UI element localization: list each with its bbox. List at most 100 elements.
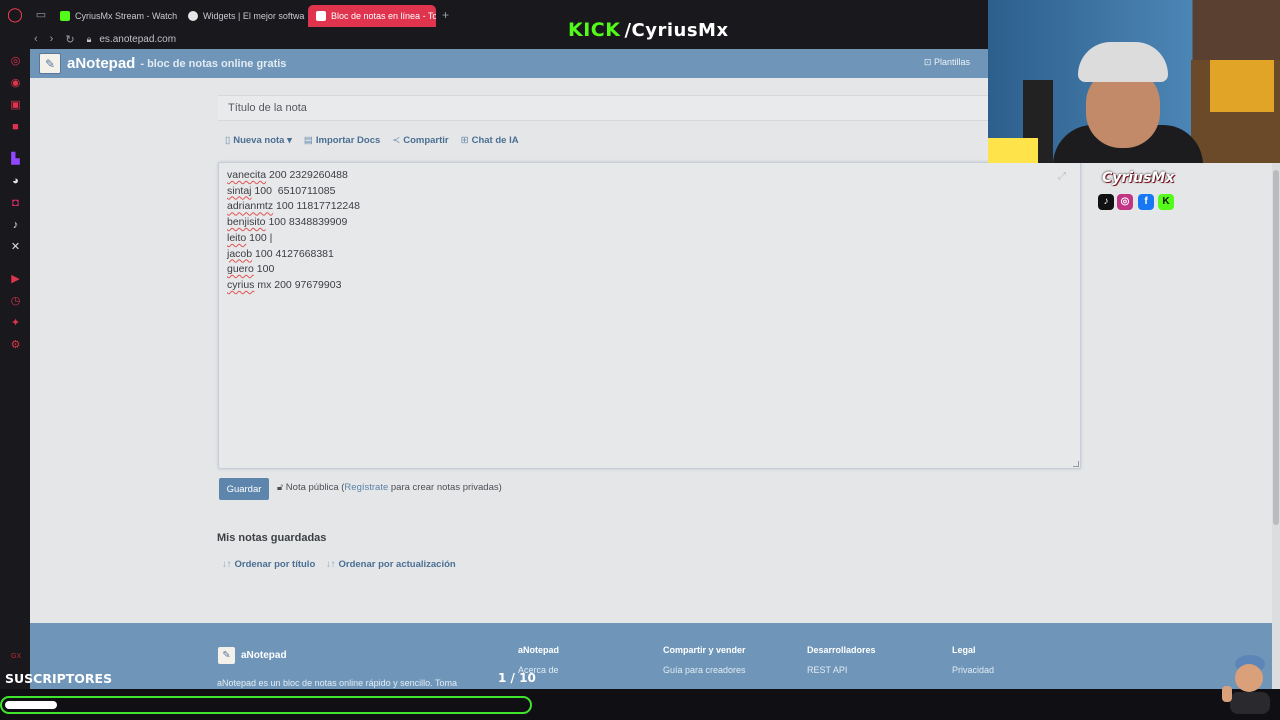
discord-icon[interactable]: ◕	[9, 175, 22, 188]
x-icon[interactable]: ✕	[9, 241, 22, 254]
gmail-icon[interactable]: ■	[9, 121, 22, 134]
resize-handle[interactable]	[1073, 461, 1079, 467]
save-button[interactable]: Guardar	[219, 478, 269, 500]
webcam-box	[1210, 60, 1274, 112]
kick-channel-banner: KICK/CyriusMx	[568, 19, 729, 41]
history-icon[interactable]: ◷	[9, 295, 22, 308]
instagram-icon[interactable]: ◘	[9, 197, 22, 210]
sort-icon: ↓↑	[326, 559, 336, 570]
back-icon[interactable]: ‹	[34, 33, 38, 45]
note-icon: ▯	[225, 135, 231, 146]
subscribers-progress-fill	[5, 701, 57, 709]
note-line: sintaj 100 6510711085	[227, 184, 360, 200]
note-line: guero 100	[227, 262, 360, 278]
note-line-name: jacob	[227, 247, 253, 260]
tab-anotepad[interactable]: Bloc de notas en línea - To	[308, 5, 436, 27]
footer-link[interactable]: Guía para creadores	[663, 665, 746, 675]
note-toolbar: ▯ Nueva nota ▾ ▤ Importar Docs ≺ Compartir …	[225, 135, 519, 146]
subscribers-progress-bar	[0, 696, 532, 714]
opera-logo-icon[interactable]: ◯	[0, 0, 30, 29]
notepad-icon[interactable]: ✎	[39, 53, 61, 74]
tiktok-icon[interactable]: ♪	[9, 219, 22, 232]
note-line-name: leito	[227, 231, 247, 244]
note-line-value: 100 |	[246, 231, 273, 244]
import-docs-label: Importar Docs	[315, 135, 381, 146]
tab-kick[interactable]: CyriusMx Stream - Watch	[52, 5, 180, 27]
new-note-label: Nueva nota	[233, 135, 285, 146]
tab-label: Widgets | El mejor softwa	[203, 11, 305, 21]
subscribers-count: 1 / 10	[498, 671, 536, 685]
note-line: jacob 100 4127668381	[227, 247, 360, 263]
share-label: Compartir	[403, 135, 449, 146]
site-header: ✎ aNotepad - bloc de notas online gratis…	[30, 49, 988, 78]
note-line-value: 200 2329260488	[266, 169, 348, 181]
footer-link[interactable]: Privacidad	[952, 665, 994, 675]
kick-favicon-icon	[60, 11, 70, 21]
register-link[interactable]: Regístrate	[344, 482, 388, 493]
note-line-value: 100 4127668381	[252, 247, 334, 260]
public-note-suffix: para crear notas privadas)	[388, 482, 502, 493]
subscribers-label: SUSCRIPTORES	[5, 671, 113, 686]
messenger-icon[interactable]: ◉	[9, 77, 22, 90]
new-note-button[interactable]: ▯ Nueva nota ▾	[225, 135, 292, 146]
share-button[interactable]: ≺ Compartir	[392, 135, 448, 146]
tab-label: Bloc de notas en línea - To	[331, 11, 436, 21]
cartoon-avatar-icon	[1222, 655, 1270, 714]
sort-title-label: Ordenar por título	[234, 559, 316, 570]
sort-by-title-link[interactable]: ↓↑ Ordenar por título	[222, 559, 315, 570]
footer-link[interactable]: REST API	[807, 665, 876, 675]
footer-heading: aNotepad	[518, 645, 560, 655]
footer-site-name[interactable]: aNotepad	[241, 650, 287, 661]
chat-icon[interactable]: ▣	[9, 99, 22, 112]
brand-name: CyriusMx	[1102, 170, 1175, 186]
brand-badge: CyriusMx ♪ ◎ f K	[1098, 170, 1180, 215]
footer-column-legal: Legal Privacidad	[952, 645, 994, 675]
kick-icon: K	[1158, 194, 1174, 210]
site-name[interactable]: aNotepad	[67, 55, 135, 72]
note-line-name: vanecita	[227, 169, 267, 181]
note-line: benjisito 100 8348839909	[227, 215, 360, 231]
kick-channel-name: /CyriusMx	[624, 20, 729, 41]
note-line-value: mx 200 97679903	[254, 278, 342, 291]
templates-icon: ⊡	[923, 57, 934, 67]
url-text[interactable]: es.anotepad.com	[99, 34, 176, 45]
tab-bar: ◯ ▭ CyriusMx Stream - Watch Widgets | El…	[0, 0, 988, 29]
templates-button[interactable]: ⊡ Plantillas	[924, 57, 970, 68]
note-title-input[interactable]: Título de la nota	[218, 95, 988, 121]
note-line: vanecita 200 2329260488	[227, 168, 360, 184]
ai-chat-button[interactable]: ⊞ Chat de IA	[461, 135, 519, 146]
reload-icon[interactable]: ↻	[65, 33, 74, 46]
browser-sidebar: ◎ ◉ ▣ ■ ▙ ◕ ◘ ♪ ✕ ▶ ◷ ✦ ⚙	[0, 49, 30, 689]
lock-icon: 🔒︎	[86, 33, 92, 44]
share-icon: ≺	[392, 135, 401, 146]
player-icon[interactable]: ▶	[9, 273, 22, 286]
anotepad-favicon-icon	[316, 11, 326, 21]
footer-heading: Compartir y vender	[663, 645, 746, 655]
sort-icon: ↓↑	[222, 559, 232, 570]
footer-heading: Legal	[952, 645, 976, 655]
tab-widgets[interactable]: Widgets | El mejor softwa	[180, 5, 308, 27]
new-tab-icon[interactable]: +	[436, 8, 449, 22]
public-note-text: 🔓︎ Nota pública (Regístrate para crear n…	[277, 482, 502, 493]
extensions-icon[interactable]: ✦	[9, 317, 22, 330]
site-tagline: - bloc de notas online gratis	[140, 57, 287, 70]
kick-word: KICK	[568, 19, 621, 41]
twitch-icon[interactable]: ▙	[9, 153, 22, 166]
import-docs-button[interactable]: ▤ Importar Docs	[304, 135, 380, 146]
public-note-label: Nota pública (	[285, 482, 345, 493]
settings-icon[interactable]: ⚙	[9, 339, 22, 352]
scrollbar-thumb[interactable]	[1273, 170, 1279, 525]
sort-by-updated-link[interactable]: ↓↑ Ordenar por actualización	[326, 559, 456, 570]
sort-updated-label: Ordenar por actualización	[338, 559, 456, 570]
widgets-favicon-icon	[188, 11, 198, 21]
fullscreen-icon[interactable]: ⤢	[1058, 171, 1066, 182]
note-line: leito 100 |	[227, 231, 360, 247]
notepad-icon: ✎	[218, 647, 235, 664]
note-editor[interactable]: vanecita 200 2329260488 sintaj 100 651071…	[218, 162, 1081, 469]
aria-icon[interactable]: ◎	[9, 55, 22, 68]
note-line-name: adrianmtz	[227, 200, 274, 213]
tab-switcher-icon[interactable]: ▭	[30, 8, 52, 21]
note-content[interactable]: vanecita 200 2329260488 sintaj 100 651071…	[227, 168, 360, 294]
footer-heading: Desarrolladores	[807, 645, 876, 655]
forward-icon[interactable]: ›	[50, 33, 54, 45]
